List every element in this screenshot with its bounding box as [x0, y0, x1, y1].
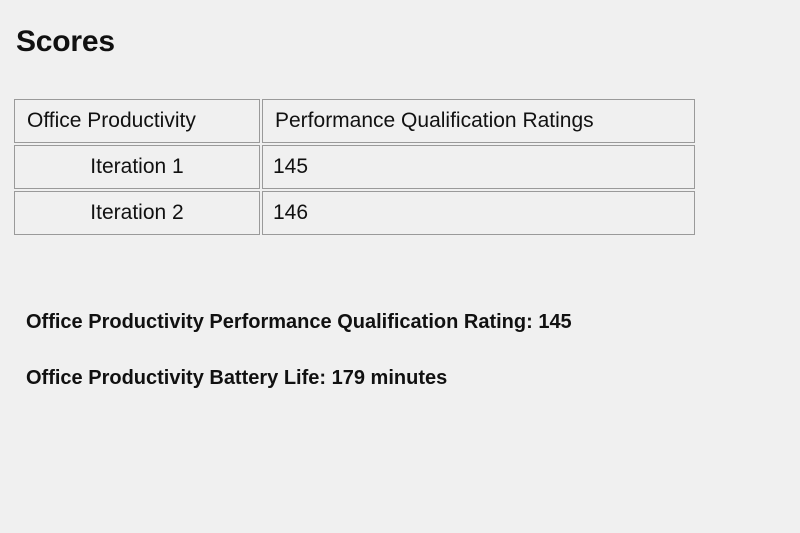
- scores-table-body: Iteration 1 145 Iteration 2 146: [14, 145, 695, 235]
- scores-table-head: Office Productivity Performance Qualific…: [14, 99, 695, 143]
- row-label-iteration-2: Iteration 2: [14, 191, 260, 235]
- page-title: Scores: [16, 25, 115, 58]
- row-value-iteration-2: 146: [262, 191, 695, 235]
- summary-battery-life: Office Productivity Battery Life: 179 mi…: [26, 367, 448, 389]
- summary-performance-qualification-rating: Office Productivity Performance Qualific…: [26, 311, 572, 333]
- column-header-performance-qualification-ratings: Performance Qualification Ratings: [262, 99, 695, 143]
- table-header-row: Office Productivity Performance Qualific…: [14, 99, 695, 143]
- row-value-iteration-1: 145: [262, 145, 695, 189]
- table-row: Iteration 1 145: [14, 145, 695, 189]
- scores-page: Scores Office Productivity Performance Q…: [0, 0, 800, 533]
- table-row: Iteration 2 146: [14, 191, 695, 235]
- column-header-office-productivity: Office Productivity: [14, 99, 260, 143]
- scores-table: Office Productivity Performance Qualific…: [12, 97, 697, 237]
- row-label-iteration-1: Iteration 1: [14, 145, 260, 189]
